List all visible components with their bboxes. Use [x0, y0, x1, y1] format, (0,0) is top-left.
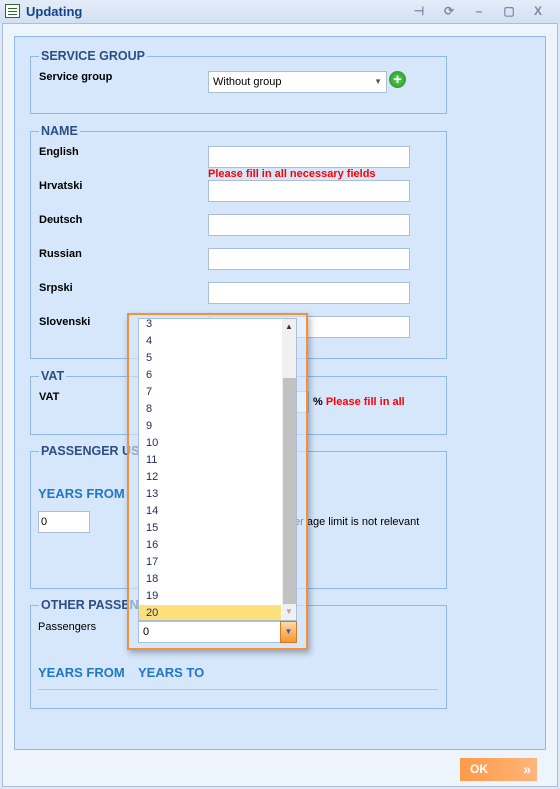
years-from-input[interactable]: 0	[38, 511, 90, 533]
percent-sign: %	[313, 396, 323, 408]
slovenski-label: Slovenski	[39, 316, 91, 328]
dropdown-option[interactable]: 20	[139, 605, 281, 620]
srpski-input[interactable]	[208, 282, 410, 304]
name-error: Please fill in all necessary fields	[208, 168, 376, 180]
dropdown-option[interactable]: 16	[139, 537, 281, 554]
years-to-heading: YEARS TO	[138, 665, 205, 680]
window-title: Updating	[26, 4, 83, 19]
vat-unit: % Please fill in all	[313, 396, 405, 408]
years-from-heading: YEARS FROM	[38, 486, 125, 501]
close-icon[interactable]: X	[531, 4, 545, 18]
dropdown-option[interactable]: 15	[139, 520, 281, 537]
passengers-combo[interactable]: 0 ▼	[138, 621, 297, 643]
pin-icon[interactable]: ⊣	[412, 4, 426, 18]
dropdown-option[interactable]: 5	[139, 350, 281, 367]
russian-label: Russian	[39, 248, 82, 260]
maximize-icon[interactable]: ▢	[502, 4, 516, 18]
divider	[38, 689, 438, 690]
minimize-icon[interactable]: –	[472, 4, 486, 18]
age-limit-note: er age limit is not relevant	[294, 516, 420, 528]
hrvatski-input[interactable]	[208, 180, 410, 202]
passengers-value: 0	[143, 626, 150, 638]
scroll-down-icon[interactable]: ▼	[285, 607, 293, 616]
service-group-label: Service group	[39, 71, 113, 83]
add-group-icon[interactable]: +	[389, 71, 406, 88]
dropdown-option[interactable]: 8	[139, 401, 281, 418]
legend: NAME	[39, 124, 80, 138]
dropdown-option[interactable]: 19	[139, 588, 281, 605]
scrollbar-thumb[interactable]	[283, 378, 296, 604]
dropdown-option[interactable]: 14	[139, 503, 281, 520]
dropdown-option[interactable]: 7	[139, 384, 281, 401]
title-bar: Updating ⊣ ⟳ – ▢ X	[0, 0, 560, 23]
scrollbar[interactable]: ▲ ▼	[282, 319, 296, 620]
legend: SERVICE GROUP	[39, 49, 147, 63]
english-label: English	[39, 146, 79, 158]
legend: VAT	[39, 369, 67, 383]
dropdown-list[interactable]: 20 19 18 17 16 15 14 13 12 11 10 9 8 7 6 5 4 3 ▲ ▼	[138, 318, 297, 621]
chevron-down-icon: ▼	[374, 77, 382, 86]
dropdown-option[interactable]: 18	[139, 571, 281, 588]
years-from-heading-2: YEARS FROM	[38, 665, 125, 680]
vat-label: VAT	[39, 391, 60, 403]
dropdown-option[interactable]: 12	[139, 469, 281, 486]
vat-error: Please fill in all	[325, 396, 405, 408]
dropdown-option[interactable]: 11	[139, 452, 281, 469]
chevron-down-icon[interactable]: ▼	[280, 621, 297, 643]
service-group-select[interactable]: Without group ▼	[208, 71, 387, 93]
dropdown-option[interactable]: 13	[139, 486, 281, 503]
dropdown-option[interactable]: 9	[139, 418, 281, 435]
dropdown-option[interactable]: 4	[139, 333, 281, 350]
ok-button[interactable]: OK »	[460, 758, 537, 781]
english-input[interactable]	[208, 146, 410, 168]
russian-input[interactable]	[208, 248, 410, 270]
dropdown-option[interactable]: 6	[139, 367, 281, 384]
passengers-label: Passengers	[38, 621, 97, 633]
hrvatski-label: Hrvatski	[39, 180, 83, 192]
dropdown-option[interactable]: 3	[139, 319, 281, 333]
dropdown-option[interactable]: 17	[139, 554, 281, 571]
window-icon	[5, 4, 20, 18]
ok-label: OK	[470, 762, 488, 776]
deutsch-label: Deutsch	[39, 214, 83, 226]
dropdown-option[interactable]: 10	[139, 435, 281, 452]
refresh-icon[interactable]: ⟳	[442, 4, 456, 18]
srpski-label: Srpski	[39, 282, 73, 294]
double-chevron-right-icon: »	[523, 761, 531, 777]
service-group-value: Without group	[213, 76, 282, 88]
deutsch-input[interactable]	[208, 214, 410, 236]
scroll-up-icon[interactable]: ▲	[285, 322, 293, 331]
